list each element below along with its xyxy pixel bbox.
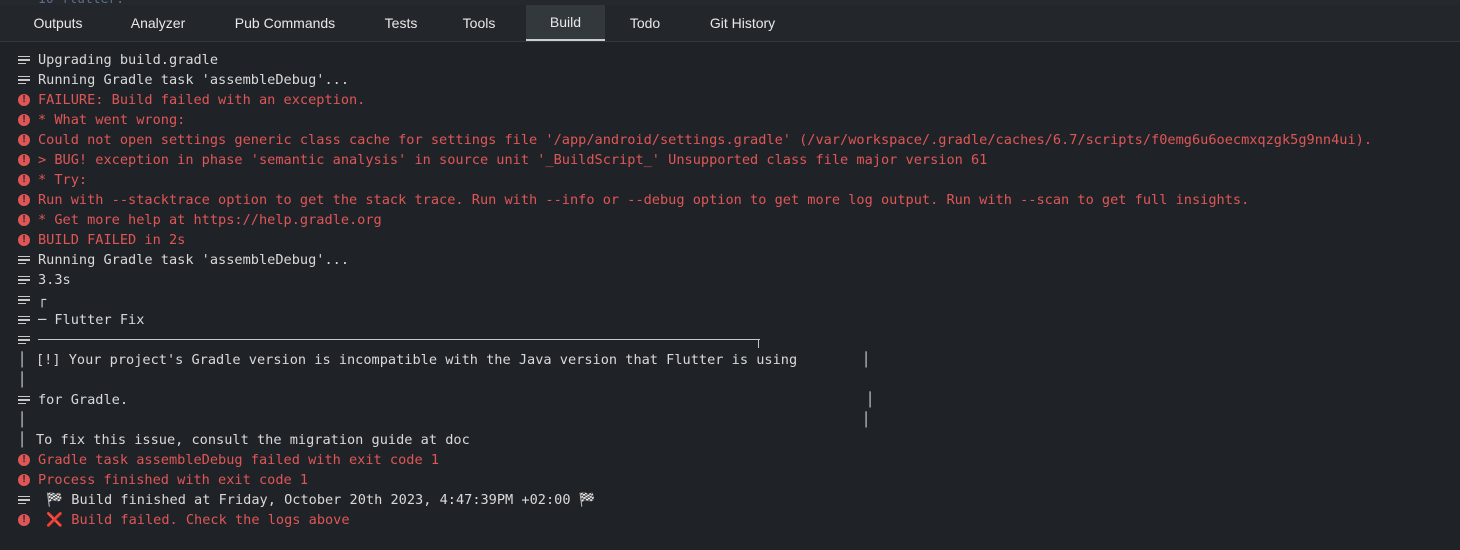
console-line: ! Gradle task assembleDebug failed with e…	[0, 450, 1460, 470]
console-line: ! * Get more help at https://help.gradle.…	[0, 210, 1460, 230]
error-icon: !	[18, 234, 30, 246]
console-line: ! > BUG! exception in phase 'semantic ana…	[0, 150, 1460, 170]
log-lines-icon	[18, 334, 30, 346]
console-line: ─ Flutter Fix	[0, 310, 1460, 330]
console-line: ! FAILURE: Build failed with an exception…	[0, 90, 1460, 110]
error-icon: !	[18, 514, 30, 526]
console-line-text: 🏁 Build finished at Friday, October 20th…	[38, 492, 596, 508]
console-line-text: ❌ Build failed. Check the logs above	[38, 512, 350, 528]
log-lines-icon	[18, 294, 30, 306]
error-icon: !	[18, 194, 30, 206]
console-line-text: Gradle task assembleDebug failed with ex…	[38, 452, 440, 468]
error-icon: !	[18, 454, 30, 466]
box-border: │	[866, 392, 875, 408]
log-lines-icon	[18, 54, 30, 66]
console-line-text: Upgrading build.gradle	[38, 52, 219, 68]
box-border: │	[18, 412, 27, 428]
console-line-text: Running Gradle task 'assembleDebug'...	[38, 252, 349, 268]
tab-analyzer[interactable]: Analyzer	[116, 5, 200, 41]
console-line: ! BUILD FAILED in 2s	[0, 230, 1460, 250]
log-lines-icon	[18, 274, 30, 286]
console-line	[0, 330, 1460, 350]
tab-build[interactable]: Build	[526, 5, 605, 41]
box-border: │	[862, 352, 871, 368]
console-line-text: * Try:	[38, 172, 88, 188]
log-lines-icon	[18, 394, 30, 406]
error-icon: !	[18, 134, 30, 146]
box-border: │	[18, 372, 27, 388]
console-line-text: ┌	[38, 292, 47, 308]
box-border: │	[18, 352, 27, 368]
console-line: │	[0, 370, 1460, 390]
error-icon: !	[18, 114, 30, 126]
console-line: ! ❌ Build failed. Check the logs above	[0, 510, 1460, 530]
console-line: 3.3s	[0, 270, 1460, 290]
panel-tab-bar: Outputs Analyzer Pub Commands Tests Tool…	[0, 5, 1460, 42]
tab-todo[interactable]: Todo	[605, 5, 685, 41]
console-line-text: Run with --stacktrace option to get the …	[38, 192, 1250, 208]
console-line-text: ─ Flutter Fix	[38, 312, 145, 328]
build-output-console[interactable]: Upgrading build.gradle Running Gradle tas…	[0, 50, 1460, 530]
console-line: ! * Try:	[0, 170, 1460, 190]
console-line-text: Process finished with exit code 1	[38, 472, 309, 488]
console-line: ! * What went wrong:	[0, 110, 1460, 130]
log-lines-icon	[18, 74, 30, 86]
error-icon: !	[18, 214, 30, 226]
console-line-text: * What went wrong:	[38, 112, 186, 128]
tab-outputs[interactable]: Outputs	[0, 5, 116, 41]
console-line: │ │	[0, 410, 1460, 430]
console-line-text: [!] Your project's Gradle version is inc…	[36, 352, 798, 368]
console-line-text: To fix this issue, consult the migration…	[36, 432, 470, 448]
console-line: ! Could not open settings generic class c…	[0, 130, 1460, 150]
log-lines-icon	[18, 494, 30, 506]
box-border: │	[862, 412, 871, 428]
tab-tools[interactable]: Tools	[432, 5, 526, 41]
error-icon: !	[18, 154, 30, 166]
console-line-text: for Gradle.	[38, 392, 129, 408]
box-top-border	[38, 339, 760, 340]
console-line: To fix this issue, consult the migration…	[0, 430, 1460, 450]
tab-tests[interactable]: Tests	[370, 5, 432, 41]
console-line: ! Process finished with exit code 1	[0, 470, 1460, 490]
console-line-text: BUILD FAILED in 2s	[38, 232, 186, 248]
tab-pub-commands[interactable]: Pub Commands	[200, 5, 370, 41]
error-icon: !	[18, 474, 30, 486]
box-top-corner	[758, 339, 759, 348]
error-icon: !	[18, 174, 30, 186]
console-line: Running Gradle task 'assembleDebug'...	[0, 250, 1460, 270]
log-lines-icon	[18, 254, 30, 266]
console-line-text: 3.3s	[38, 272, 71, 288]
console-line: for Gradle. │	[0, 390, 1460, 410]
console-line-text: Could not open settings generic class ca…	[38, 132, 1373, 148]
console-line: Upgrading build.gradle	[0, 50, 1460, 70]
console-line: ┌	[0, 290, 1460, 310]
console-line-text: * Get more help at https://help.gradle.o…	[38, 212, 382, 228]
log-lines-icon	[18, 314, 30, 326]
console-line-text: > BUG! exception in phase 'semantic anal…	[38, 152, 988, 168]
console-line: Running Gradle task 'assembleDebug'...	[0, 70, 1460, 90]
console-line: 🏁 Build finished at Friday, October 20th…	[0, 490, 1460, 510]
console-line: ! Run with --stacktrace option to get the…	[0, 190, 1460, 210]
tab-git-history[interactable]: Git History	[685, 5, 800, 41]
console-line: [!] Your project's Gradle version is inc…	[0, 350, 1460, 370]
box-border: │	[18, 432, 27, 448]
error-icon: !	[18, 94, 30, 106]
console-line-text: FAILURE: Build failed with an exception.	[38, 92, 366, 108]
console-line-text: Running Gradle task 'assembleDebug'...	[38, 72, 349, 88]
